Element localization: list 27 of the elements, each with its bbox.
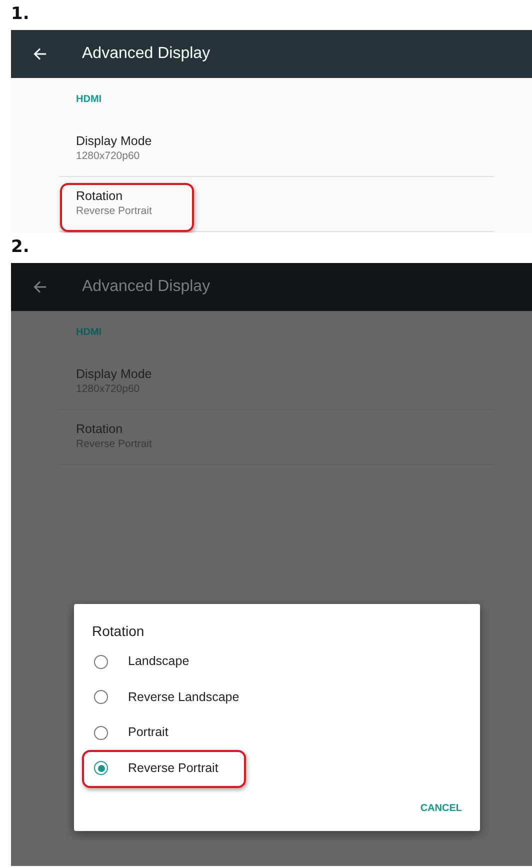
preference-title: Display Mode [76,133,153,149]
preference-summary: Reverse Portrait [76,204,153,218]
preference-title: Rotation [76,188,124,204]
option-label: Reverse Portrait [128,760,218,777]
preference-item[interactable]: Rotation Reverse Portrait [59,177,494,232]
radio-option[interactable]: Reverse Portrait [92,750,480,786]
radio-option[interactable]: Reverse Landscape [92,680,480,715]
toolbar-title: Advanced Display [82,277,210,297]
radio-button[interactable] [94,654,108,669]
step-number: 2. [10,236,30,259]
option-label: Landscape [128,653,190,670]
preference-summary: 1280x720p60 [76,149,141,163]
radio-button[interactable] [94,690,108,704]
preference-title: Rotation [76,421,124,437]
radio-button[interactable] [94,726,108,740]
radio-option[interactable]: Portrait [92,715,480,750]
category-header: HDMI [76,94,102,105]
radio-option[interactable]: Landscape [92,644,480,680]
preference-item[interactable]: Display Mode 1280x720p60 [59,122,494,177]
radio-button[interactable] [94,761,108,776]
option-label: Reverse Landscape [128,688,240,706]
preference-title: Display Mode [76,366,153,382]
category-header: HDMI [76,327,102,338]
toolbar-title: Advanced Display [82,44,210,64]
dialog-title: Rotation [92,622,146,641]
option-label: Portrait [128,724,168,742]
step-number: 1. [10,3,30,26]
